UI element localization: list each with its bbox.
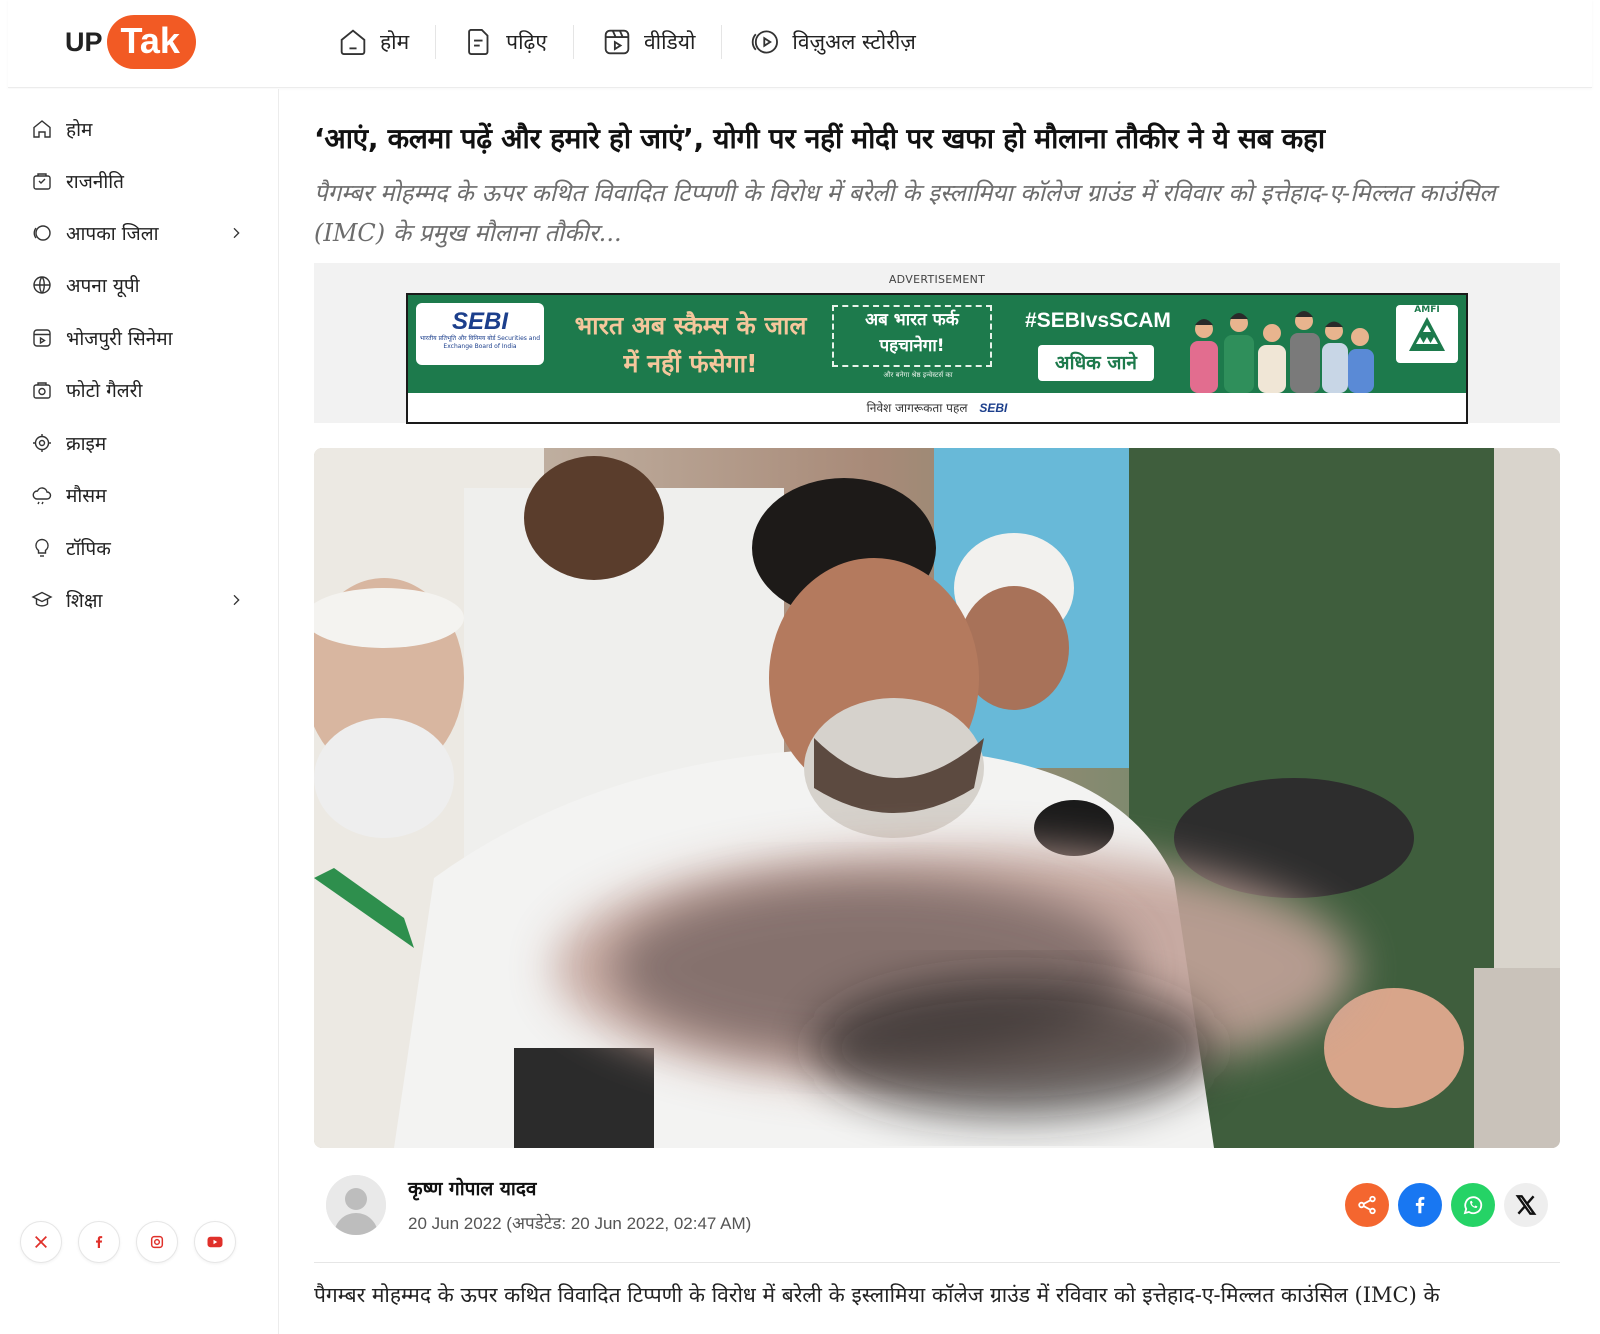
whatsapp-share-button[interactable] (1451, 1183, 1495, 1227)
sidebar-item-politics[interactable]: राजनीति (28, 161, 260, 201)
video-icon (600, 25, 634, 59)
chevron-right-icon[interactable] (222, 225, 250, 241)
instagram-icon (149, 1234, 165, 1250)
ad-mid-subtext: और बनेगा श्रेष्ठ इन्वेस्टर्स का (883, 371, 953, 379)
topnav-read-label: पढ़िए (506, 30, 547, 54)
sidebar-item-photo-gallery[interactable]: फोटो गैलरी (28, 370, 260, 410)
sidebar-item-label: मौसम (66, 485, 107, 507)
sidebar-item-education[interactable]: शिक्षा (28, 580, 260, 620)
ad-footer: निवेश जागरूकता पहल SEBI (408, 393, 1466, 422)
hero-photo-illustration (314, 448, 1560, 1148)
read-document-icon (462, 25, 496, 59)
sidebar-item-label: अपना यूपी (66, 275, 140, 297)
x-icon (33, 1234, 49, 1250)
politics-icon (28, 169, 56, 193)
ad-know-more-button[interactable]: अधिक जाने (1038, 345, 1154, 381)
facebook-icon (1409, 1194, 1431, 1216)
x-share-button[interactable] (1504, 1183, 1548, 1227)
visual-stories-icon (748, 25, 782, 59)
topnav-video[interactable]: वीडियो (574, 22, 721, 62)
top-navigation: होम पढ़िए वीडियो विज़ुअल स्टोरीज़ (328, 18, 942, 66)
topic-bulb-icon (28, 536, 56, 560)
topnav-visual-stories-label: विज़ुअल स्टोरीज़ (792, 30, 916, 54)
youtube-icon (206, 1233, 224, 1251)
home-icon (336, 25, 370, 59)
author-avatar[interactable] (326, 1175, 386, 1235)
sidebar-item-home[interactable]: होम (28, 109, 260, 149)
site-header: UP Tak होम पढ़िए वीडियो विज़ुअल स्टोरीज़ (8, 0, 1592, 88)
sidebar-item-weather[interactable]: मौसम (28, 475, 260, 515)
share-buttons (1345, 1183, 1548, 1227)
sidebar-item-apna-up[interactable]: अपना यूपी (28, 265, 260, 305)
ad-footer-text: निवेश जागरूकता पहल (866, 401, 968, 415)
social-links (20, 1221, 236, 1263)
article-body-paragraph: पैगम्बर मोहम्मद के ऊपर कथित विवादित टिप्… (314, 1283, 1440, 1307)
article-hero-image[interactable] (314, 448, 1560, 1148)
avatar-placeholder-icon (326, 1175, 386, 1235)
ad-headline: भारत अब स्कैम्स के जाल में नहीं फंसेगा! (574, 311, 807, 378)
article-summary: पैगम्बर मोहम्मद के ऊपर कथित विवादित टिप्… (314, 179, 1496, 247)
publish-date: 20 Jun 2022 (अपडेटेड: 20 Jun 2022, 02:47… (408, 1214, 752, 1233)
crime-target-icon (28, 431, 56, 455)
facebook-icon (91, 1234, 107, 1250)
site-logo[interactable]: UP Tak (65, 12, 196, 72)
globe-icon (28, 273, 56, 297)
sidebar-item-label: टॉपिक (66, 538, 111, 560)
sebi-logo-subtext: भारतीय प्रतिभूति और विनिमय बोर्ड Securit… (419, 335, 541, 350)
sidebar-item-label: होम (66, 119, 93, 141)
sidebar-item-topic[interactable]: टॉपिक (28, 528, 260, 568)
facebook-share-button[interactable] (1398, 1183, 1442, 1227)
sidebar-item-crime[interactable]: क्राइम (28, 423, 260, 463)
sidebar-item-label: राजनीति (66, 171, 125, 193)
advertisement-label: ADVERTISEMENT (888, 273, 986, 286)
article-byline: कृष्ण गोपाल यादव 20 Jun 2022 (अपडेटेड: 2… (314, 1171, 1560, 1263)
sebi-logo-text: SEBI (451, 308, 508, 335)
logo-tak-text: Tak (106, 15, 196, 69)
topnav-home-label: होम (380, 30, 410, 54)
x-icon (1513, 1192, 1539, 1218)
logo-up-text: UP (65, 26, 103, 57)
topnav-home[interactable]: होम (328, 22, 435, 62)
advertisement-container: ADVERTISEMENT SEBI भारतीय प्रतिभूति और व… (314, 263, 1560, 424)
ad-hashtag: #SEBIvsSCAM (1025, 309, 1171, 332)
whatsapp-icon (1461, 1193, 1485, 1217)
ad-green-panel: SEBI भारतीय प्रतिभूति और विनिमय बोर्ड Se… (408, 295, 1466, 393)
weather-icon (28, 483, 56, 507)
share-button[interactable] (1345, 1183, 1389, 1227)
sidebar: होम राजनीति आपका जिला अपना यूपी भोजपुरी … (8, 89, 279, 1334)
amfi-logo-text: AMFI (1414, 305, 1440, 315)
sidebar-item-label: क्राइम (66, 433, 107, 455)
sidebar-item-label: फोटो गैलरी (66, 380, 143, 402)
sebi-ad-banner[interactable]: SEBI भारतीय प्रतिभूति और विनिमय बोर्ड Se… (406, 293, 1468, 424)
amfi-logo: AMFI (1396, 305, 1458, 363)
sebi-logo: SEBI भारतीय प्रतिभूति और विनिमय बोर्ड Se… (416, 303, 544, 365)
share-icon (1356, 1194, 1378, 1216)
amfi-triangle-icon (1409, 317, 1445, 351)
sidebar-item-bhojpuri-cinema[interactable]: भोजपुरी सिनेमा (28, 318, 260, 358)
ad-mid-text: अब भारत फर्क पहचानेगा! (832, 305, 992, 367)
sidebar-item-district[interactable]: आपका जिला (28, 213, 260, 253)
chevron-right-icon[interactable] (222, 592, 250, 608)
youtube-social-button[interactable] (194, 1221, 236, 1263)
author-name[interactable]: कृष्ण गोपाल यादव (408, 1175, 536, 1201)
topnav-visual-stories[interactable]: विज़ुअल स्टोरीज़ (722, 22, 941, 62)
sidebar-item-label: आपका जिला (66, 223, 159, 245)
topnav-video-label: वीडियो (643, 30, 696, 54)
article-headline: ‘आएं, कलमा पढ़ें और हमारे हो जाएं’, योगी… (314, 122, 1325, 155)
sidebar-item-label: शिक्षा (66, 590, 103, 612)
facebook-social-button[interactable] (78, 1221, 120, 1263)
topnav-read[interactable]: पढ़िए (436, 22, 573, 62)
home-icon (28, 117, 56, 141)
sidebar-item-label: भोजपुरी सिनेमा (66, 328, 173, 350)
ad-footer-logo: SEBI (979, 401, 1008, 415)
cinema-icon (28, 326, 56, 350)
photo-gallery-icon (28, 378, 56, 402)
district-icon (28, 221, 56, 245)
x-social-button[interactable] (20, 1221, 62, 1263)
instagram-social-button[interactable] (136, 1221, 178, 1263)
ad-people-image (1190, 311, 1374, 393)
education-icon (28, 588, 56, 612)
